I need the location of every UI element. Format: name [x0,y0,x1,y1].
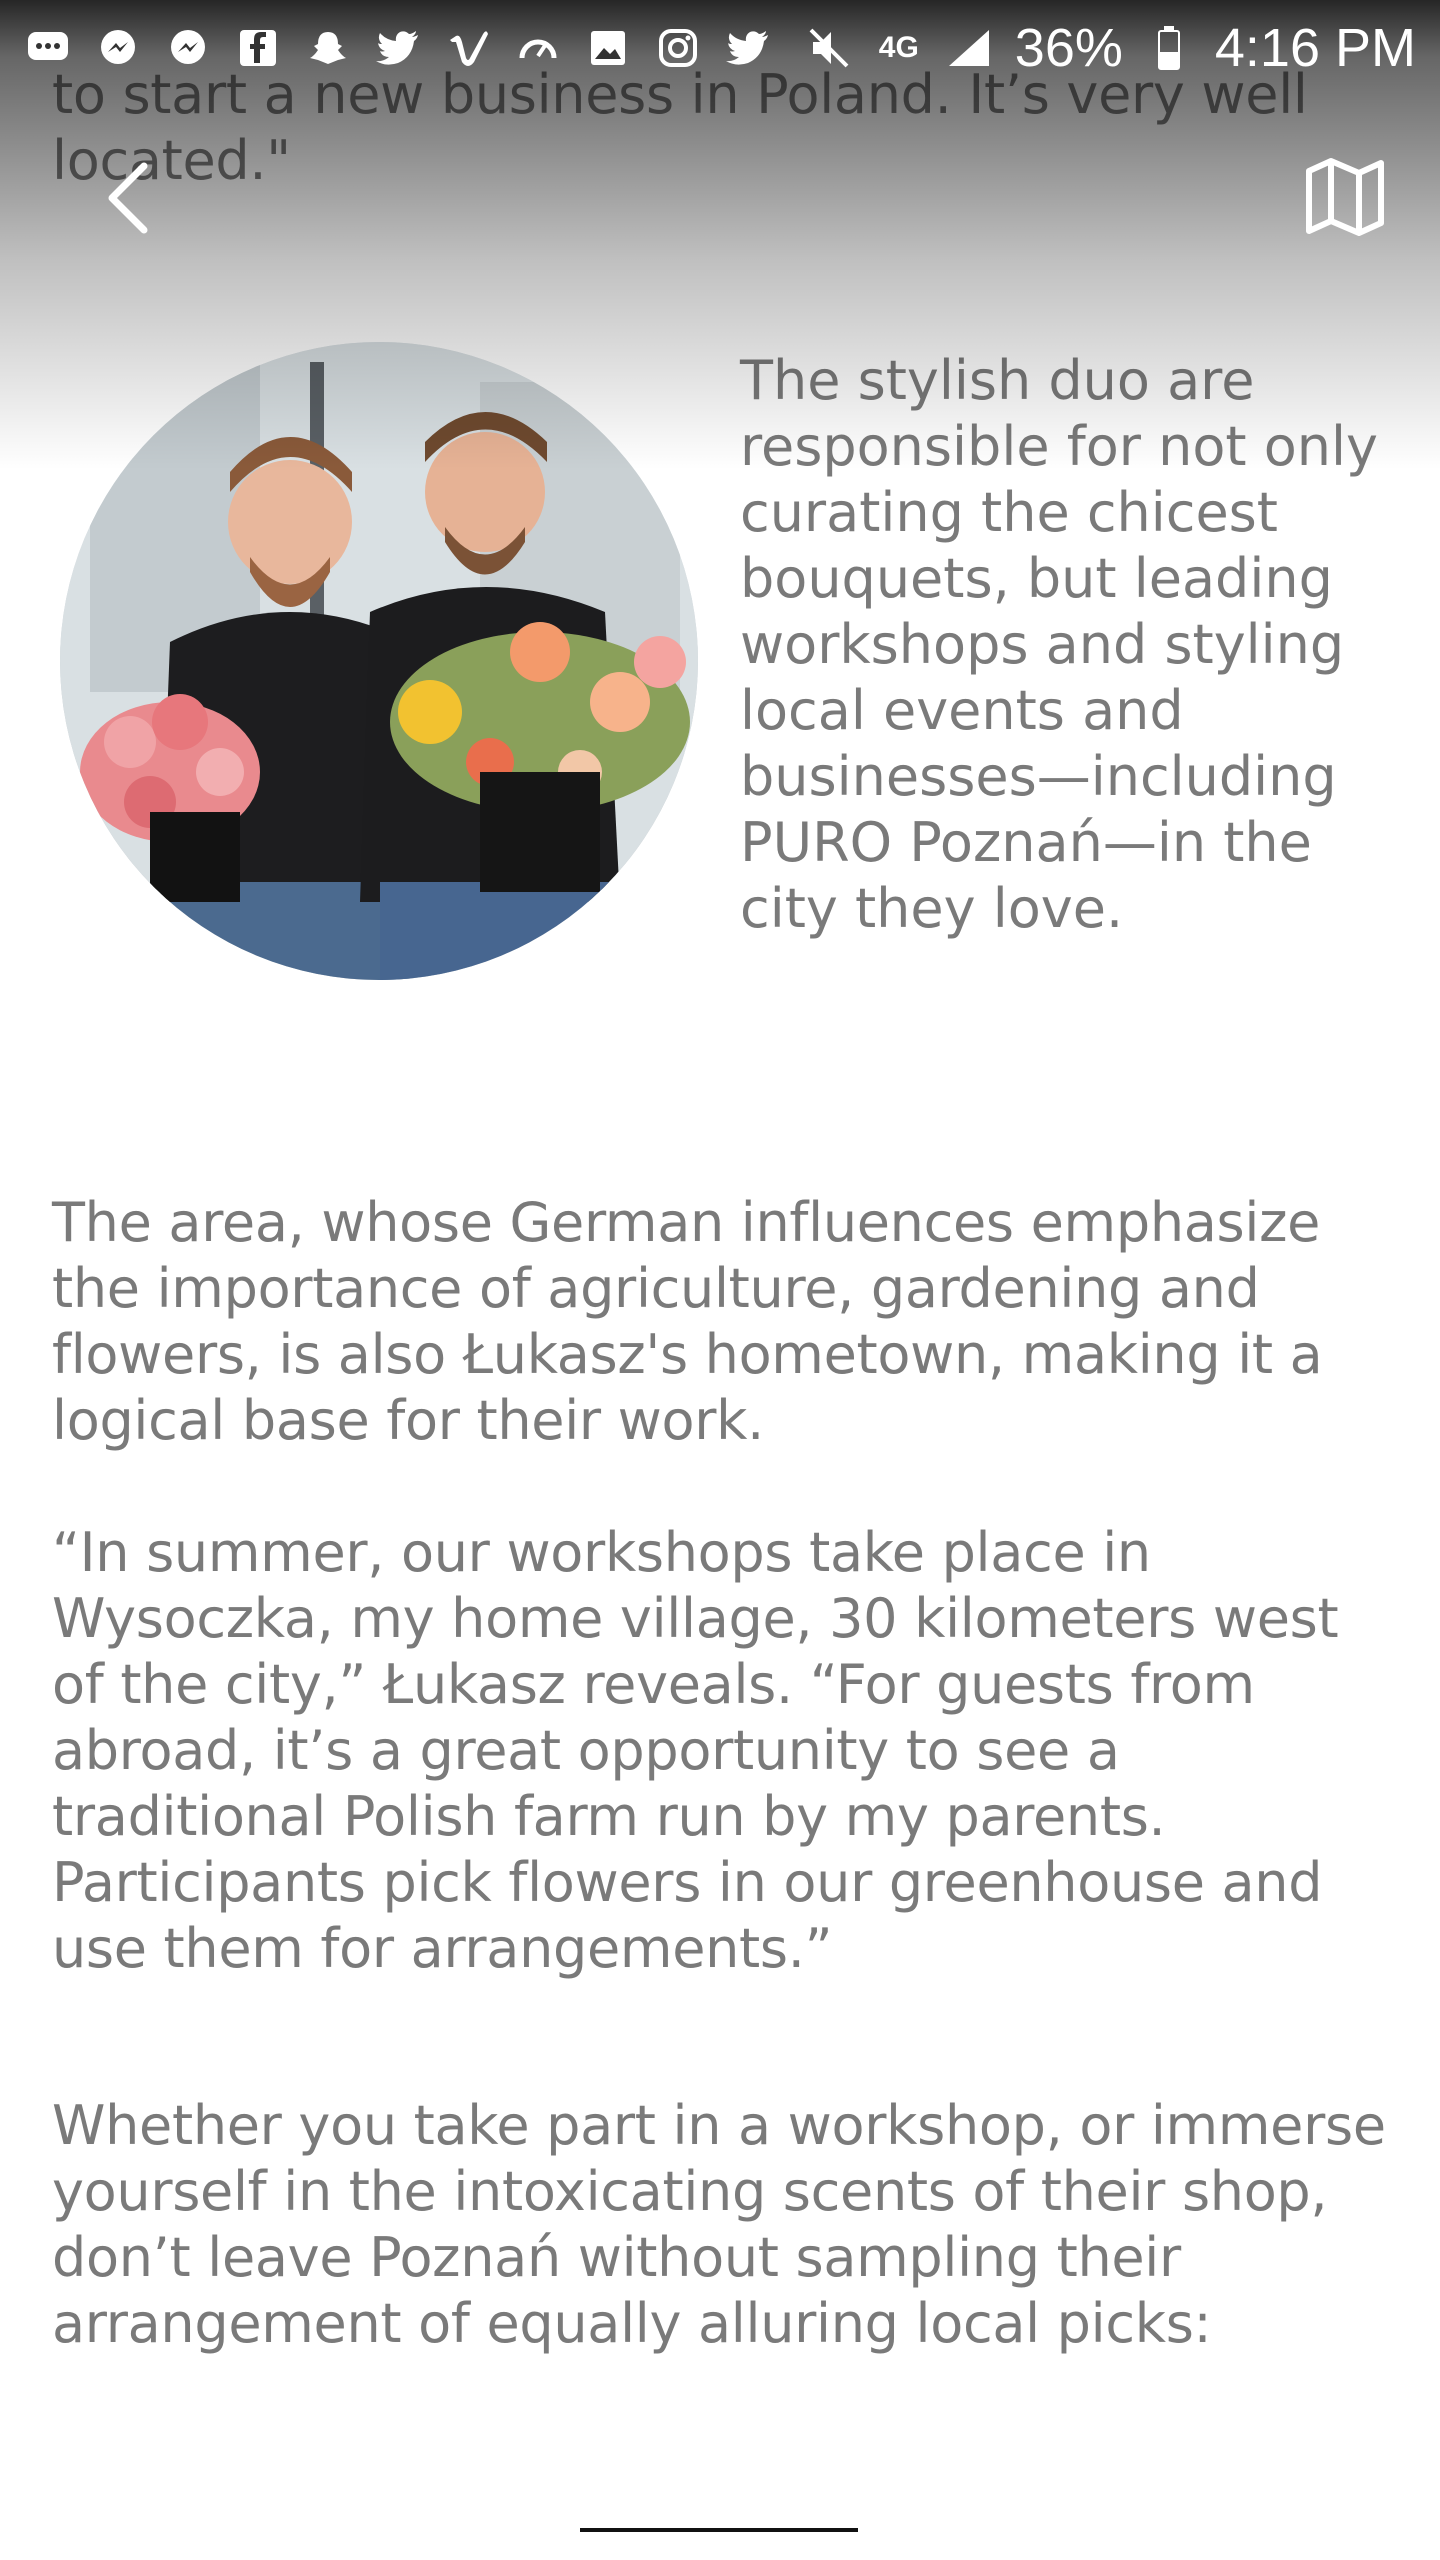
back-button[interactable] [88,158,168,238]
battery-percent: 36% [1014,18,1123,78]
photo-icon [584,24,632,72]
section-divider [580,2528,858,2532]
mute-icon [805,24,853,72]
facebook-icon [234,24,282,72]
chevron-left-icon [108,162,148,234]
paragraph-closing: Whether you take part in a workshop, or … [52,2094,1386,2355]
twitter-icon [724,24,772,72]
chat-icon [24,24,72,72]
paragraph-quote: “In summer, our workshops take place in … [52,1521,1339,1980]
messenger-icon [94,24,142,72]
florists-photo [60,342,698,980]
clock: 4:16 PM [1214,18,1416,78]
lte-icon: 4G [878,31,919,64]
speedometer-icon [514,24,562,72]
snapchat-icon [304,24,352,72]
status-bar: 4G 36% 4:16 PM [0,0,1440,96]
florists-photo-illustration [60,342,698,980]
signal-icon [945,24,993,72]
status-notifications [24,24,772,72]
paragraph-area: The area, whose German influences emphas… [52,1191,1323,1452]
vimeo-icon [444,24,492,72]
messenger-icon [164,24,212,72]
map-icon [1306,158,1384,236]
status-system: 4G 36% 4:16 PM [805,17,1416,79]
photo-caption-text: The stylish duo are responsible for not … [740,349,1378,940]
instagram-icon [654,24,702,72]
twitter-icon [374,24,422,72]
battery-icon [1145,24,1193,72]
map-button[interactable] [1300,152,1390,242]
